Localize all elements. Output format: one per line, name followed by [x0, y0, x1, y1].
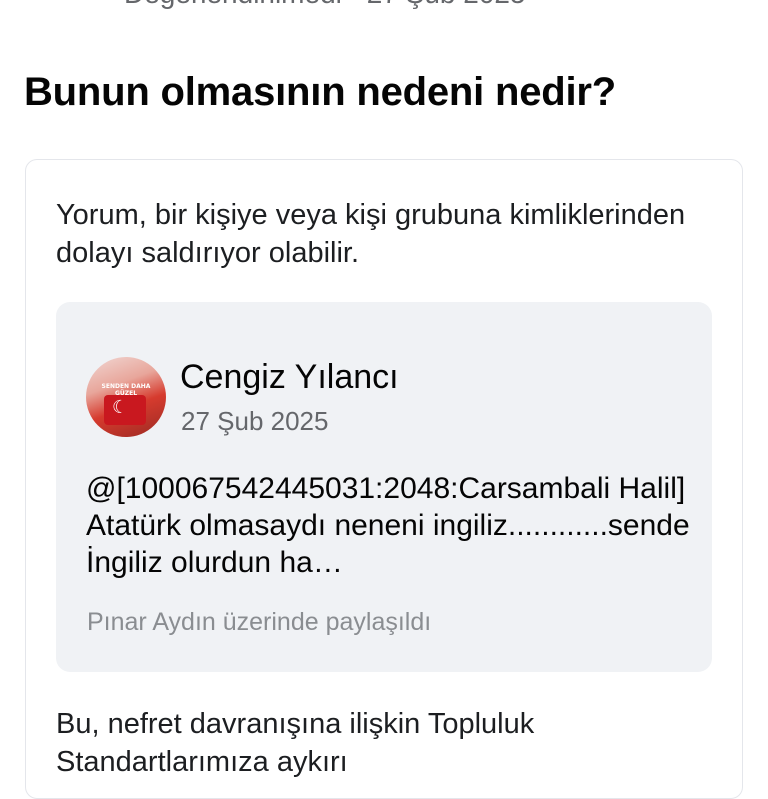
reason-card: Yorum, bir kişiye veya kişi grubuna kiml…	[25, 159, 743, 799]
policy-text: Bu, nefret davranışına ilişkin Topluluk …	[56, 708, 535, 778]
avatar[interactable]: SENDEN DAHA GÜZEL	[86, 357, 166, 437]
shared-on-text: Pınar Aydın üzerinde paylaşıldı	[87, 608, 432, 636]
page-title: Bunun olmasının nedeni nedir?	[24, 70, 616, 114]
comment-text: @[100067542445031:2048:Carsambali Halil]…	[86, 472, 690, 579]
flag-icon	[104, 395, 146, 425]
comment-date: 27 Şub 2025	[181, 406, 329, 436]
comment-author[interactable]: Cengiz Yılancı	[180, 358, 399, 397]
reason-text: Yorum, bir kişiye veya kişi grubuna kiml…	[56, 199, 686, 269]
status-line: Değerlendirilmedi · 27 Şub 2025	[124, 0, 526, 10]
comment-preview[interactable]: SENDEN DAHA GÜZEL Cengiz Yılancı 27 Şub …	[56, 302, 712, 672]
